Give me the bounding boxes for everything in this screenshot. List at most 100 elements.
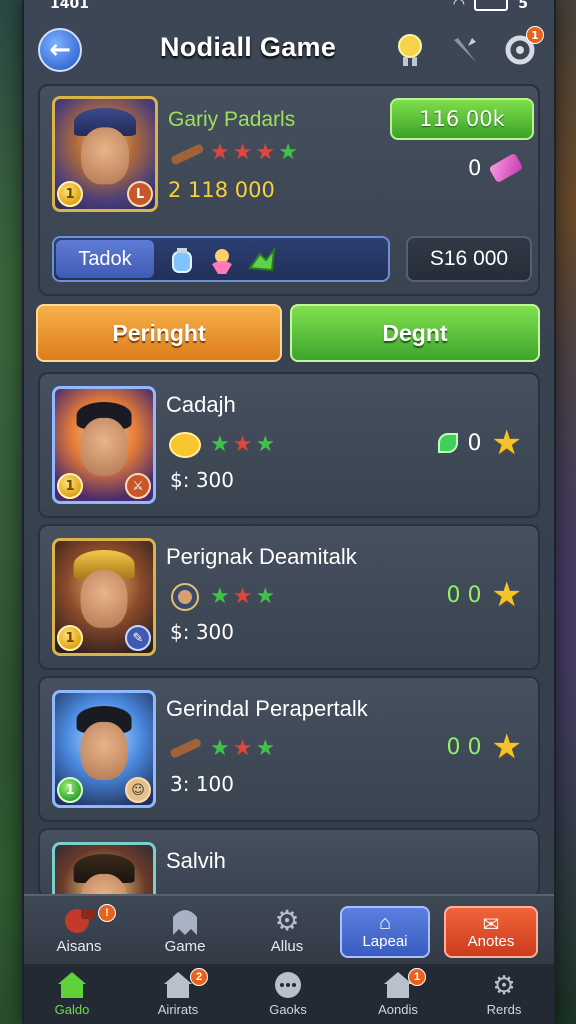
tab-lapeai[interactable]: ⌂ Lapeai bbox=[340, 906, 430, 958]
house-icon bbox=[358, 968, 438, 1002]
star-icon: ★ bbox=[255, 736, 276, 761]
item-stars: ★ ★ ★ bbox=[210, 586, 275, 608]
star-icon: ★ bbox=[255, 432, 276, 457]
list-item[interactable]: 1 ⚔ Cadajh ★ ★ ★ $: 300 0 ★ bbox=[38, 372, 540, 518]
nav-aondis[interactable]: 1 Aondis bbox=[358, 968, 438, 1017]
list-item[interactable]: 1 ☺ Gerindal Perapertalk ★ ★ ★ 3: 100 0 … bbox=[38, 676, 540, 822]
item-count: 0 0 bbox=[446, 582, 482, 608]
nav-airirats[interactable]: 2 Airirats bbox=[138, 968, 218, 1017]
tab-bar: ! Aisans Game ⚙ Allus ⌂ Lapeai ✉ Anotes bbox=[24, 894, 554, 964]
face bbox=[80, 722, 128, 781]
item-reward: 0 ★ bbox=[437, 426, 522, 460]
item-reward: 0 0 ★ bbox=[447, 578, 522, 612]
star-icon: ★ bbox=[232, 432, 253, 457]
class-badge: ✎ bbox=[125, 625, 151, 651]
rank-badge: L bbox=[127, 181, 153, 207]
notification-badge: 1 bbox=[526, 26, 544, 44]
item-price: 3: 100 bbox=[170, 772, 234, 796]
nav-label: Airirats bbox=[157, 1002, 199, 1017]
bottom-nav: Galdo 2 Airirats Gaoks 1 Aondis ⚙ Rerds bbox=[24, 964, 554, 1024]
swords-icon bbox=[452, 38, 476, 62]
item-name: Salvih bbox=[166, 848, 226, 873]
star-icon: ★ bbox=[255, 584, 276, 609]
tab-allus[interactable]: ⚙ Allus bbox=[242, 902, 332, 956]
item-name: Gerindal Perapertalk bbox=[166, 696, 368, 721]
left-action-button[interactable]: Peringht bbox=[36, 304, 282, 362]
gem-counter: 0 bbox=[468, 152, 524, 184]
nav-rerds[interactable]: ⚙ Rerds bbox=[464, 968, 544, 1018]
ghost-icon bbox=[140, 902, 230, 938]
star-icon: ★ bbox=[232, 736, 253, 761]
star-icon: ★ bbox=[232, 140, 253, 165]
tab-game[interactable]: Game bbox=[140, 902, 230, 955]
item-reward: 0 0 ★ bbox=[447, 730, 522, 764]
face bbox=[81, 127, 129, 185]
star-icon: ★ bbox=[210, 140, 230, 165]
star-icon: ★ bbox=[210, 584, 230, 609]
star-icon: ★ bbox=[210, 432, 230, 457]
right-action-button[interactable]: Degnt bbox=[290, 304, 540, 362]
nav-galdo[interactable]: Galdo bbox=[32, 968, 112, 1017]
leaf-icon bbox=[437, 433, 458, 453]
gold-star-icon[interactable]: ★ bbox=[492, 426, 522, 460]
house-icon: ⌂ bbox=[378, 912, 392, 934]
home-icon bbox=[32, 968, 112, 1002]
item-count: 0 0 bbox=[446, 734, 482, 760]
level-coin: 1 bbox=[57, 473, 83, 499]
gear-icon: ⚙ bbox=[492, 969, 516, 1000]
item-name: Cadajh bbox=[166, 392, 236, 417]
currency-pill[interactable]: 116 00k bbox=[390, 98, 534, 140]
coin-icon bbox=[169, 432, 201, 458]
companion-badge: ☺ bbox=[125, 777, 151, 803]
item-name: Perignak Deamitalk bbox=[166, 544, 357, 569]
inventory-bar[interactable]: Tadok bbox=[52, 236, 390, 282]
battery-label: 5 bbox=[518, 0, 528, 12]
arrow-left-icon: ← bbox=[49, 35, 71, 65]
tab-badge: ! bbox=[98, 904, 116, 922]
nav-label: Aondis bbox=[378, 1002, 418, 1017]
star-icon: ★ bbox=[278, 140, 298, 165]
header: ← Nodiall Game 1 bbox=[24, 18, 554, 82]
fairy-icon bbox=[212, 249, 232, 274]
item-stars: ★ ★ ★ bbox=[210, 738, 275, 760]
status-bar: 1401 ◠ 5 bbox=[0, 0, 576, 16]
gem-count: 0 bbox=[468, 156, 482, 180]
item-price: $: 300 bbox=[170, 468, 234, 492]
potion-jar-icon bbox=[172, 248, 192, 273]
settings-button[interactable]: 1 bbox=[502, 26, 544, 68]
medal-icon bbox=[398, 34, 422, 66]
gold-star-icon[interactable]: ★ bbox=[492, 730, 522, 764]
nav-badge: 1 bbox=[408, 968, 426, 986]
value-box[interactable]: S16 000 bbox=[406, 236, 532, 282]
list-item[interactable]: Salvih bbox=[38, 828, 540, 898]
log-icon bbox=[171, 144, 204, 165]
dragon-icon bbox=[248, 246, 276, 272]
level-coin: 1 bbox=[57, 777, 83, 803]
gear-icon: ⚙ bbox=[274, 904, 300, 936]
scroll-icon: ✉ bbox=[482, 914, 500, 936]
nav-label: Galdo bbox=[54, 1002, 90, 1017]
player-profile-card: 1 L Gariy Padarls ★ ★ ★ ★ 2 118 000 116 … bbox=[38, 84, 540, 296]
gold-star-icon[interactable]: ★ bbox=[492, 578, 522, 612]
nav-gaoks[interactable]: Gaoks bbox=[248, 968, 328, 1017]
crystal-icon bbox=[488, 152, 524, 184]
tab-label: Allus bbox=[270, 938, 304, 955]
player-gold: 2 118 000 bbox=[168, 178, 275, 202]
star-icon: ★ bbox=[232, 584, 253, 609]
tab-aisans[interactable]: ! Aisans bbox=[34, 902, 124, 955]
inventory-label: Tadok bbox=[56, 240, 154, 278]
character-avatar bbox=[52, 842, 156, 896]
face bbox=[80, 418, 128, 477]
player-avatar[interactable]: 1 L bbox=[52, 96, 158, 212]
tab-label: Game bbox=[164, 938, 206, 955]
wifi-icon: ◠ bbox=[453, 0, 465, 12]
back-button[interactable]: ← bbox=[38, 28, 82, 72]
swords-button[interactable] bbox=[446, 32, 482, 68]
page-title: Nodiall Game bbox=[160, 32, 337, 62]
tab-label: Aisans bbox=[56, 938, 102, 955]
list-item[interactable]: 1 ✎ Perignak Deamitalk ★ ★ ★ $: 300 0 0 … bbox=[38, 524, 540, 670]
trophy-button[interactable] bbox=[392, 32, 428, 68]
tab-anotes[interactable]: ✉ Anotes bbox=[444, 906, 538, 958]
face bbox=[80, 570, 128, 629]
portrait-icon bbox=[171, 583, 199, 611]
